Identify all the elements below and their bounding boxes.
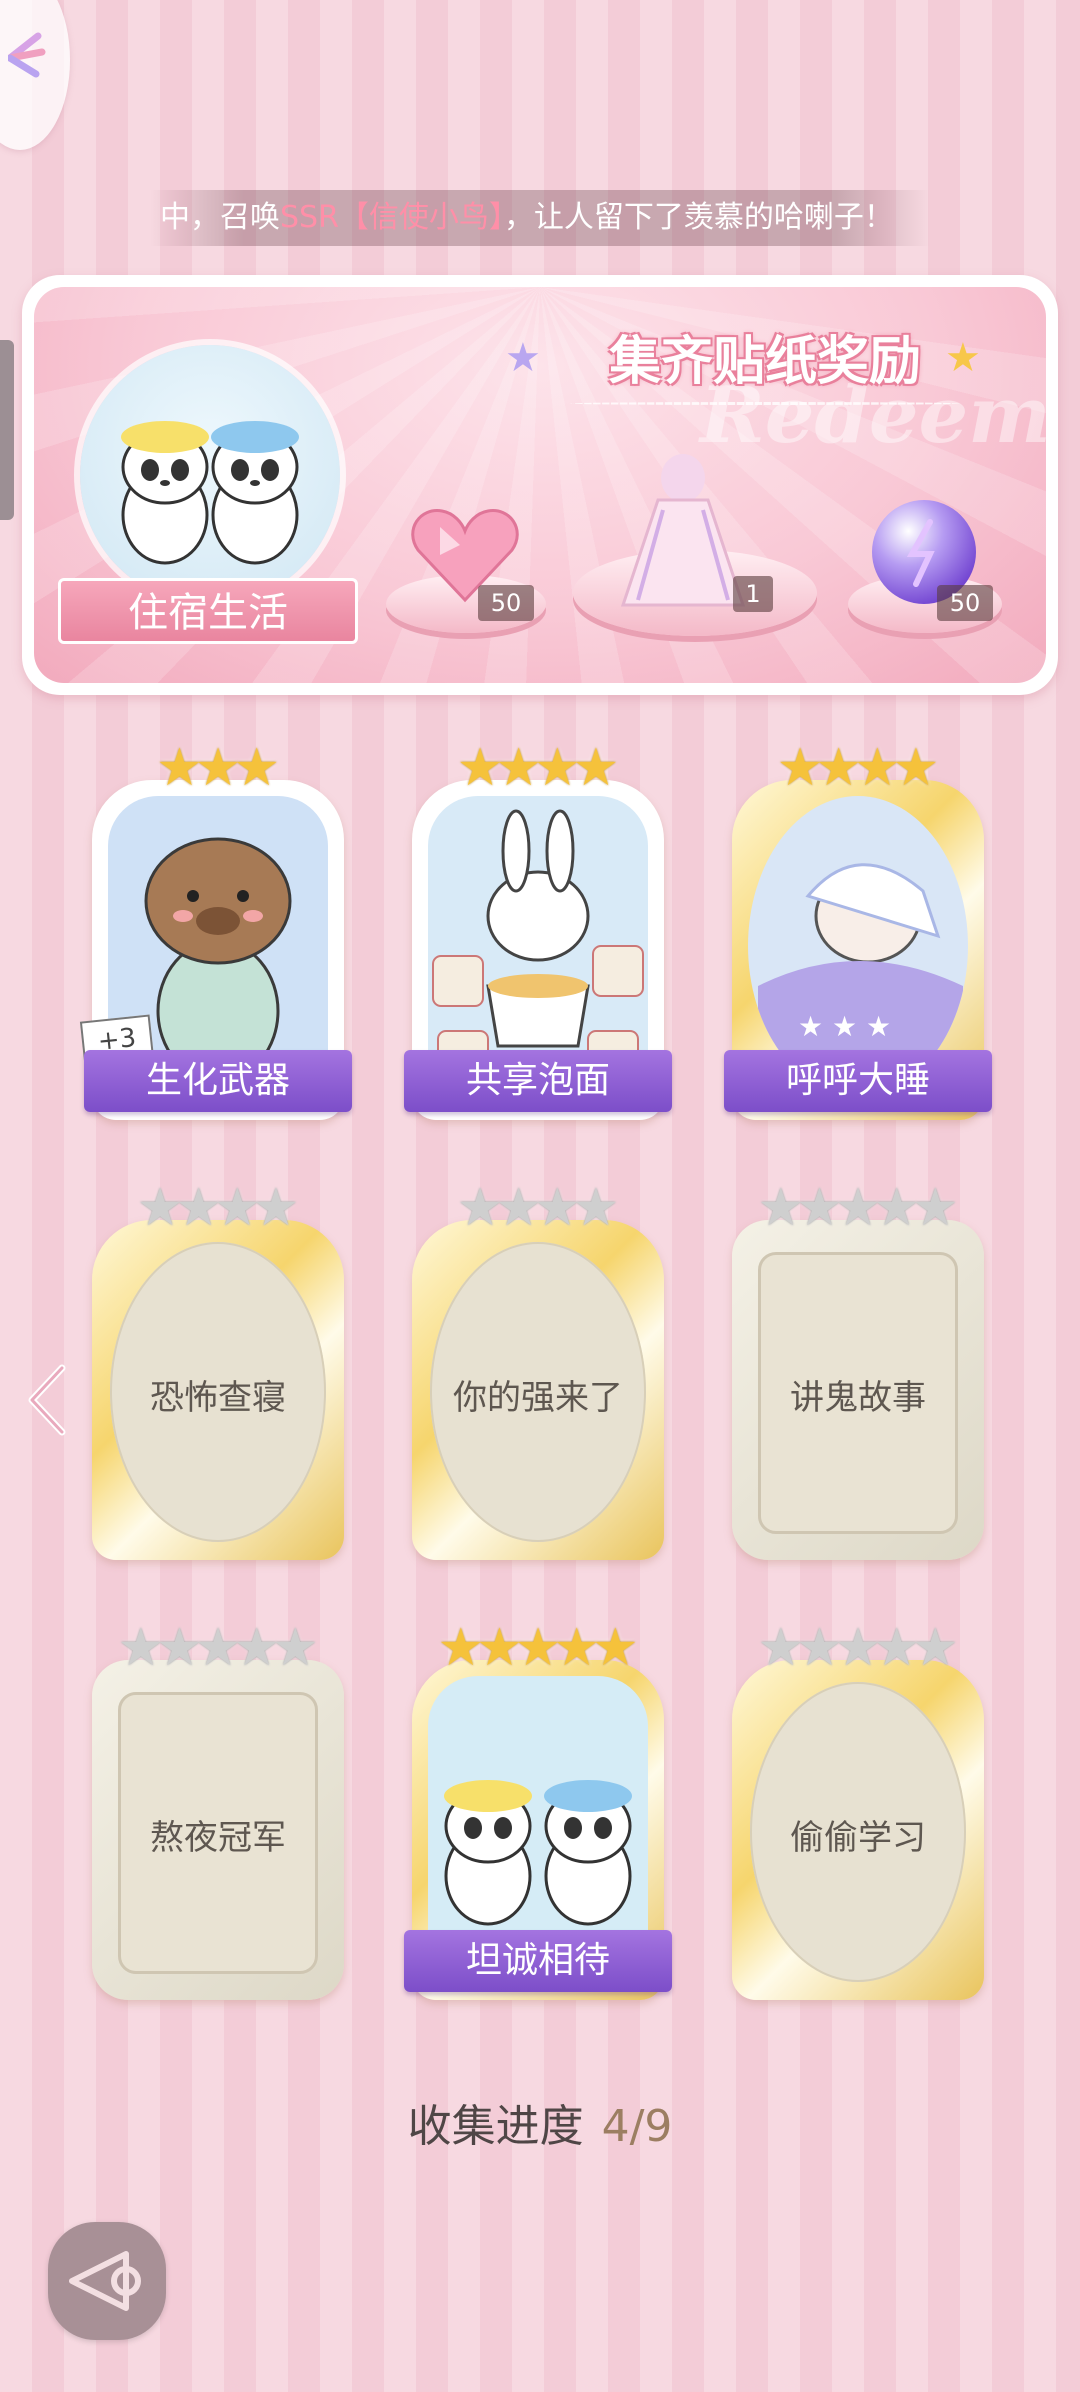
banner-title: 集齐贴纸奖励 (608, 332, 921, 392)
back-arrow-icon (69, 2251, 141, 2311)
card-name: 呼呼大睡 (724, 1050, 992, 1112)
progress-label: 收集进度 (407, 2101, 584, 2152)
theme-label: 住宿生活 (58, 578, 358, 644)
collection-progress: 收集进度 4/9 (0, 2090, 1080, 2154)
rarity-stars: ★★★★ (776, 738, 940, 798)
rarity-stars: ★★★★ (136, 1178, 300, 1238)
prev-page-button[interactable] (22, 1360, 72, 1440)
sticker-card[interactable]: ★★★★★ 坦诚相待 (404, 1618, 672, 2000)
reward-count: 50 (937, 585, 993, 621)
svg-text:★ ★ ★: ★ ★ ★ (798, 1010, 891, 1043)
card-name: 共享泡面 (404, 1050, 672, 1112)
card-name: 生化武器 (84, 1050, 352, 1112)
rarity-stars: ★★★★★ (437, 1618, 639, 1678)
rarity-stars: ★★★ (156, 738, 280, 798)
fan-icon (8, 32, 46, 78)
sticker-card-locked[interactable]: ★★★★★ 熬夜冠军 (92, 1618, 344, 2000)
sticker-card[interactable]: ★★★ +3 生化武器 (79, 738, 352, 1120)
card-name: 坦诚相待 (404, 1930, 672, 1992)
rarity-stars: ★★★★★ (117, 1618, 319, 1678)
sticker-card-locked[interactable]: ★★★★★ 偷偷学习 (732, 1618, 984, 2000)
card-name: 偷偷学习 (790, 1818, 926, 1858)
sticker-card-locked[interactable]: ★★★★★ 讲鬼故事 (732, 1178, 984, 1560)
panda-pair-illustration (121, 421, 299, 565)
progress-value: 4/9 (601, 2101, 673, 2152)
marquee-prefix: 中，召唤 (160, 200, 280, 235)
announcement-marquee: 中，召唤SSR【信使小鸟】，让人留下了羡慕的哈喇子！ (150, 190, 930, 246)
title-dash-decoration (570, 402, 960, 405)
star-deco-icon: ★ (505, 335, 541, 381)
card-name: 你的强来了 (453, 1378, 623, 1418)
theme-preview (80, 345, 340, 605)
outfit-icon[interactable] (618, 450, 748, 614)
rarity-stars: ★★★★ (456, 1178, 620, 1238)
sticker-card-locked[interactable]: ★★★★ 你的强来了 (412, 1178, 664, 1560)
card-name: 恐怖查寝 (150, 1378, 286, 1418)
rarity-stars: ★★★★★ (757, 1618, 959, 1678)
marquee-highlight: SSR【信使小鸟】 (280, 200, 504, 235)
sticker-card[interactable]: ★ ★ ★ ★★★★ 呼呼大睡 (724, 738, 992, 1120)
card-name: 讲鬼故事 (790, 1378, 926, 1418)
marquee-suffix: ，让人留下了羡慕的哈喇子！ (503, 200, 894, 235)
rarity-stars: ★★★★ (456, 738, 620, 798)
reward-count: 1 (733, 576, 773, 612)
rarity-stars: ★★★★★ (757, 1178, 959, 1238)
reward-count: 50 (478, 585, 534, 621)
back-button[interactable] (48, 2222, 166, 2340)
sticker-card[interactable]: ★★★★ 共享泡面 (404, 738, 672, 1120)
sticker-card-locked[interactable]: ★★★★ 恐怖查寝 (92, 1178, 344, 1560)
menu-fan-button[interactable] (0, 0, 70, 150)
chevron-left-icon (28, 1364, 66, 1436)
card-name: 熬夜冠军 (150, 1818, 286, 1858)
side-drawer-handle[interactable] (0, 340, 14, 520)
